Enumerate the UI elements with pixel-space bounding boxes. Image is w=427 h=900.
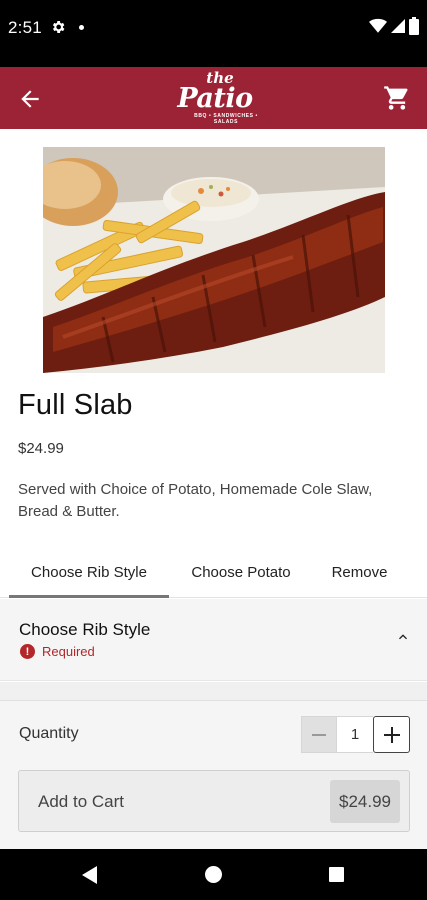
order-panel: Quantity 1 Add to Cart $24.99 [0,700,427,849]
wifi-icon [369,18,387,33]
item-photo [43,147,385,373]
item-description: Served with Choice of Potato, Homemade C… [18,481,373,520]
chevron-up-icon[interactable] [395,629,411,645]
status-bar: 2:51 [0,0,427,67]
tab-remove[interactable]: Remove [312,548,407,597]
tab-choose-potato[interactable]: Choose Potato [172,548,310,597]
quantity-label: Quantity [19,725,79,742]
section-title: Choose Rib Style [19,620,151,639]
patio-logo: the Patio BBQ • SANDWICHES • SALADS [166,71,264,127]
back-button[interactable] [14,83,46,115]
cart-button[interactable] [383,84,411,112]
app-bar: the Patio BBQ • SANDWICHES • SALADS [0,67,427,129]
active-tab-indicator [9,595,169,598]
quantity-stepper: 1 [301,716,410,753]
add-to-cart-button[interactable]: Add to Cart $24.99 [18,770,410,832]
system-nav-bar [0,849,427,900]
plus-icon [383,726,400,743]
logo-patio: Patio [177,83,253,114]
minus-icon [312,733,326,736]
signal-icon [391,19,405,33]
gear-icon [52,21,65,33]
logo-tagline: BBQ • SANDWICHES • SALADS [194,113,258,125]
section-divider [0,682,427,700]
notification-dot-icon [79,25,84,30]
error-icon: ! [20,644,35,659]
arrow-back-icon [21,90,39,108]
status-time: 2:51 [8,18,42,37]
nav-home-icon[interactable] [205,866,222,883]
add-to-cart-label: Add to Cart [38,792,124,811]
battery-icon [409,17,419,35]
cart-icon [384,86,408,110]
ribs-photo-illustration [43,147,385,373]
required-indicator: ! Required [20,644,95,659]
nav-recents-icon[interactable] [329,867,344,882]
required-label: Required [42,644,95,659]
item-price: $24.99 [18,440,64,457]
nav-back-icon[interactable] [82,866,98,884]
add-to-cart-price: $24.99 [330,780,400,823]
increment-button[interactable] [373,716,410,753]
rib-style-section-header[interactable]: Choose Rib Style ! Required [0,599,427,681]
quantity-value[interactable]: 1 [337,716,373,753]
tab-choose-rib-style[interactable]: Choose Rib Style [9,548,169,597]
item-title: Full Slab [18,389,133,421]
decrement-button[interactable] [301,716,337,753]
option-tabs: Choose Rib Style Choose Potato Remove [0,548,427,598]
status-icons [369,17,419,35]
